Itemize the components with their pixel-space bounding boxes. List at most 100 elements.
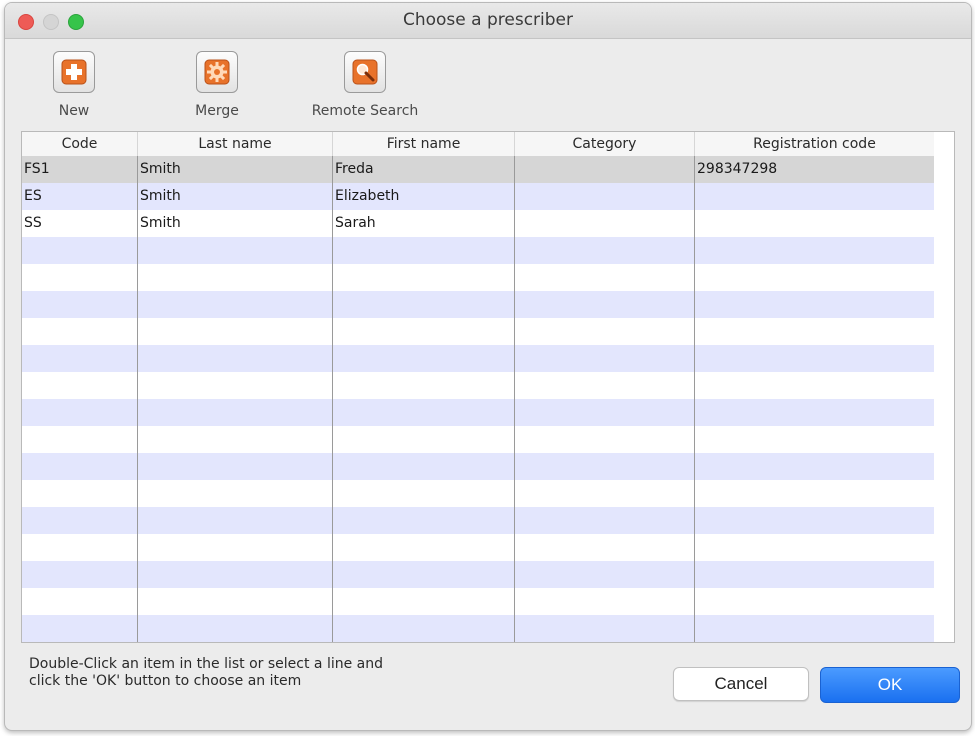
empty-cell <box>515 399 695 426</box>
ok-button[interactable]: OK <box>820 667 960 703</box>
cell-last-name: Smith <box>138 156 333 183</box>
empty-cell <box>695 453 934 480</box>
cell-category <box>515 210 695 237</box>
prescriber-table[interactable]: Code Last name First name Category Regis… <box>21 131 955 643</box>
cell-registration-code: 298347298 <box>697 161 778 177</box>
empty-cell <box>333 372 515 399</box>
empty-cell <box>515 264 695 291</box>
empty-table-row <box>22 588 934 615</box>
column-header-first-name[interactable]: First name <box>333 132 515 156</box>
empty-cell <box>138 291 333 318</box>
empty-cell <box>333 264 515 291</box>
empty-cell <box>695 399 934 426</box>
empty-cell <box>695 534 934 561</box>
empty-table-row <box>22 399 934 426</box>
table-row[interactable]: FS1 Smith Freda 298347298 <box>22 156 934 183</box>
prescriber-dialog: Choose a prescriber New Merge Remote Sea… <box>4 2 972 731</box>
merge-button[interactable]: Merge <box>192 51 242 119</box>
empty-cell <box>333 318 515 345</box>
empty-cell <box>695 588 934 615</box>
empty-cell <box>22 318 138 345</box>
new-button-frame[interactable] <box>53 51 95 93</box>
new-button[interactable]: New <box>49 51 99 119</box>
empty-cell <box>138 561 333 588</box>
empty-cell <box>333 399 515 426</box>
empty-table-row <box>22 291 934 318</box>
empty-cell <box>138 480 333 507</box>
empty-table-row <box>22 534 934 561</box>
column-header-code[interactable]: Code <box>22 132 138 156</box>
empty-cell <box>138 237 333 264</box>
empty-cell <box>515 453 695 480</box>
empty-cell <box>22 507 138 534</box>
empty-cell <box>138 426 333 453</box>
cell-first-name: Freda <box>333 156 515 183</box>
empty-table-row <box>22 507 934 534</box>
remote-search-button-frame[interactable] <box>344 51 386 93</box>
column-header-registration-code[interactable]: Registration code <box>695 132 934 156</box>
empty-cell <box>695 507 934 534</box>
empty-cell <box>22 534 138 561</box>
empty-cell <box>22 345 138 372</box>
empty-cell <box>695 615 934 642</box>
empty-cell <box>695 264 934 291</box>
cell-code: FS1 <box>22 156 138 183</box>
empty-table-row <box>22 615 934 642</box>
empty-cell <box>22 588 138 615</box>
new-label: New <box>58 103 90 119</box>
empty-cell <box>515 561 695 588</box>
empty-cell <box>695 426 934 453</box>
empty-cell <box>515 507 695 534</box>
empty-table-row <box>22 480 934 507</box>
empty-cell <box>333 480 515 507</box>
instruction-text: Double-Click an item in the list or sele… <box>29 656 383 690</box>
cell-code: ES <box>22 183 138 210</box>
column-header-category[interactable]: Category <box>515 132 695 156</box>
empty-cell <box>695 480 934 507</box>
cell-category <box>515 156 695 183</box>
table-row[interactable]: SS Smith Sarah <box>22 210 934 237</box>
empty-cell <box>333 534 515 561</box>
empty-cell <box>22 399 138 426</box>
empty-table-row <box>22 426 934 453</box>
instruction-line-1: Double-Click an item in the list or sele… <box>29 656 384 672</box>
merge-label: Merge <box>195 103 239 119</box>
empty-cell <box>333 588 515 615</box>
instruction-line-2: click the 'OK' button to choose an item <box>29 673 302 689</box>
cell-registration-code <box>695 183 934 210</box>
merge-button-frame[interactable] <box>196 51 238 93</box>
column-header-last-name[interactable]: Last name <box>138 132 333 156</box>
empty-table-row <box>22 264 934 291</box>
empty-cell <box>695 372 934 399</box>
remote-search-button[interactable]: Remote Search <box>305 51 425 119</box>
empty-cell <box>22 291 138 318</box>
empty-table-row <box>22 372 934 399</box>
empty-cell <box>515 372 695 399</box>
window-title: Choose a prescriber <box>402 10 573 30</box>
empty-cell <box>22 453 138 480</box>
empty-cell <box>515 237 695 264</box>
empty-cell <box>515 615 695 642</box>
empty-cell <box>138 534 333 561</box>
empty-cell <box>695 561 934 588</box>
empty-cell <box>515 480 695 507</box>
empty-cell <box>138 399 333 426</box>
empty-cell <box>22 237 138 264</box>
empty-cell <box>333 507 515 534</box>
gear-icon <box>204 59 230 85</box>
cell-first-name: Sarah <box>333 210 515 237</box>
empty-table-row <box>22 561 934 588</box>
magnifier-icon <box>352 59 378 85</box>
cell-first-name: Elizabeth <box>333 183 515 210</box>
empty-cell <box>695 318 934 345</box>
cell-category <box>515 183 695 210</box>
table-row[interactable]: ES Smith Elizabeth <box>22 183 934 210</box>
empty-table-row <box>22 318 934 345</box>
cancel-button[interactable]: Cancel <box>673 667 809 701</box>
empty-table-row <box>22 453 934 480</box>
empty-cell <box>515 318 695 345</box>
empty-cell <box>333 615 515 642</box>
empty-cell <box>333 561 515 588</box>
empty-cell <box>333 291 515 318</box>
title-bar[interactable]: Choose a prescriber <box>5 3 971 39</box>
